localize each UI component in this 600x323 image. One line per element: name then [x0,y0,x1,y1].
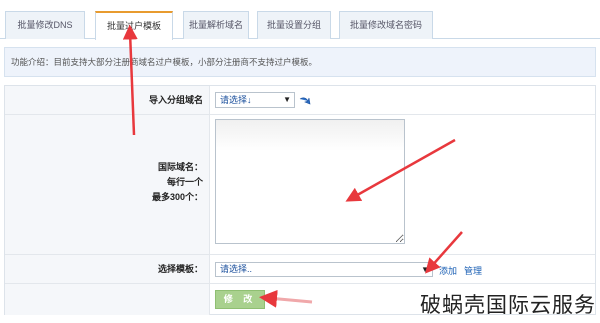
import-group-row: 导入分组域名 请选择↓ ▼ [5,86,595,115]
intro-text: 功能介绍：目前支持大部分注册商域名过户模板，小部分注册商不支持过户模板。 [11,57,318,67]
domain-list-textarea[interactable] [215,119,405,244]
submit-label-cell [5,284,210,315]
import-group-select-value: 请选择↓ [220,95,252,105]
import-group-field: 请选择↓ ▼ [211,86,595,114]
tab-batch-modify-password[interactable]: 批量修改域名密码 [339,11,433,39]
domain-label-line1: 国际域名： [157,162,203,172]
intro-bar: 功能介绍：目前支持大部分注册商域名过户模板，小部分注册商不支持过户模板。 [4,47,596,77]
domain-list-field [211,115,595,254]
chevron-down-icon: ▼ [283,95,291,104]
template-field: 请选择.. ▼ 添加 管理 [211,255,595,283]
template-select[interactable]: 请选择.. ▼ [215,262,433,277]
tab-batch-resolve-domain[interactable]: 批量解析域名 [183,11,249,39]
import-arrow-icon[interactable] [299,96,311,105]
watermark-text: 破蜗壳国际云服务 [420,294,596,317]
import-group-label: 导入分组域名 [5,86,210,114]
tab-batch-set-group[interactable]: 批量设置分组 [257,11,331,39]
transfer-form: 导入分组域名 请选择↓ ▼ 国际域名： 每行一个 最多300个： 选择模板： 请… [4,85,596,315]
import-group-select[interactable]: 请选择↓ ▼ [215,92,295,108]
domain-label-line2: 每行一个 [166,177,203,187]
chevron-down-icon: ▼ [421,265,429,274]
template-row: 选择模板： 请选择.. ▼ 添加 管理 [5,255,595,284]
modify-button[interactable]: 修 改 [215,290,265,309]
template-select-value: 请选择.. [220,264,253,274]
tab-bar: 批量修改DNS 批量过户模板 批量解析域名 批量设置分组 批量修改域名密码 [0,0,600,40]
tab-batch-transfer-template[interactable]: 批量过户模板 [95,11,173,40]
domain-list-row: 国际域名： 每行一个 最多300个： [5,115,595,255]
add-template-link[interactable]: 添加 [439,264,457,277]
tab-batch-modify-dns[interactable]: 批量修改DNS [5,11,85,39]
domain-list-label: 国际域名： 每行一个 最多300个： [5,115,210,254]
manage-template-link[interactable]: 管理 [464,264,482,277]
template-label: 选择模板： [5,255,210,283]
domain-label-line3: 最多300个： [151,192,203,202]
